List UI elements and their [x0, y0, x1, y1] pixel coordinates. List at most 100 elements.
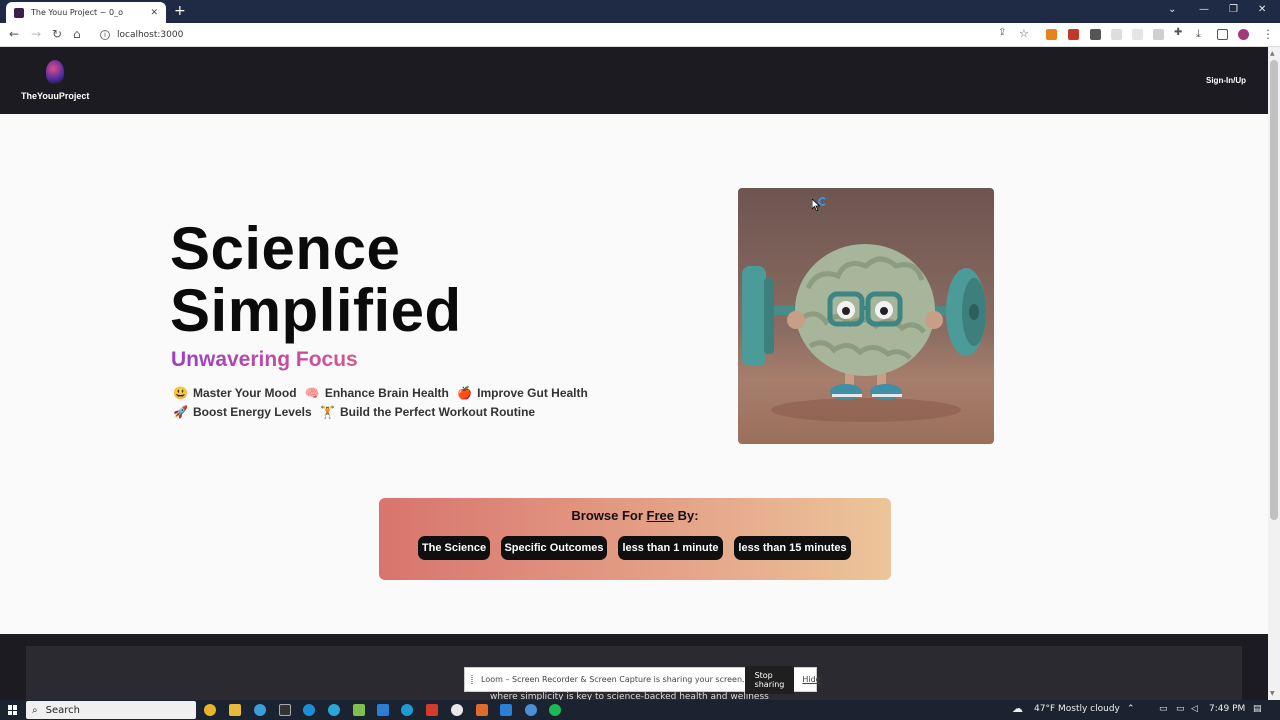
- features-row-1: 😃 Master Your Mood 🧠 Enhance Brain Health …: [173, 386, 593, 400]
- url-text: localhost:3000: [117, 30, 184, 40]
- chrome-taskbar-icon[interactable]: [204, 704, 216, 716]
- loom-message: Loom – Screen Recorder & Screen Capture …: [481, 675, 745, 684]
- display-icon[interactable]: ▭: [1176, 704, 1185, 714]
- signin-link[interactable]: Sign-In/Up: [1206, 76, 1246, 85]
- forward-arrow-icon[interactable]: →: [31, 27, 41, 41]
- site-favicon-icon: [14, 7, 24, 18]
- new-tab-button[interactable]: +: [174, 3, 186, 19]
- extension-light-icon[interactable]: [1132, 29, 1143, 40]
- reload-icon[interactable]: ↻: [52, 27, 62, 41]
- loading-spinner-icon: [818, 197, 827, 206]
- terminal-icon[interactable]: [279, 704, 291, 716]
- feature-label: Master Your Mood: [192, 386, 297, 400]
- back-arrow-icon[interactable]: ←: [9, 27, 19, 41]
- site-info-icon[interactable]: i: [100, 30, 110, 40]
- apple-icon: 🍎: [457, 386, 473, 400]
- browse-chip-1-minute[interactable]: less than 1 minute: [618, 536, 723, 560]
- browse-chip-outcomes[interactable]: Specific Outcomes: [501, 536, 607, 560]
- extensions-puzzle-icon[interactable]: ✚: [1174, 27, 1182, 38]
- close-window-button[interactable]: ✕: [1258, 4, 1266, 15]
- site-logo-text[interactable]: TheYouuProject: [21, 91, 89, 101]
- share-icon[interactable]: ⇪: [998, 27, 1006, 38]
- brain-logo-icon[interactable]: [46, 60, 64, 84]
- download-icon[interactable]: ⤓: [1196, 27, 1201, 41]
- chrome-active-icon[interactable]: [525, 704, 537, 716]
- minimize-button[interactable]: —: [1199, 4, 1209, 15]
- feature-item: 🏋 Build the Perfect Workout Routine: [320, 405, 535, 419]
- taskbar-search[interactable]: ⌕ Search: [26, 701, 196, 719]
- browser-tab[interactable]: The Youu Project ~ 0_o ✕: [6, 2, 166, 23]
- browse-chip-science[interactable]: The Science: [418, 536, 490, 560]
- weather-condition[interactable]: Mostly cloudy: [1058, 704, 1120, 714]
- feature-label: Build the Perfect Workout Routine: [339, 405, 536, 419]
- extension-red-icon[interactable]: [1068, 29, 1079, 40]
- app-white-icon[interactable]: [451, 704, 463, 716]
- smiley-icon: 😃: [173, 386, 188, 400]
- browse-title: Browse For Free By:: [379, 508, 891, 523]
- tray-chevron-icon[interactable]: ⌃: [1127, 704, 1135, 714]
- outlook-icon[interactable]: [500, 704, 512, 716]
- drag-handle-icon[interactable]: [471, 675, 473, 684]
- browse-chip-15-minutes[interactable]: less than 15 minutes: [734, 536, 851, 560]
- scroll-up-icon[interactable]: ▲: [1270, 50, 1275, 57]
- clock-time[interactable]: 7:49 PM: [1209, 704, 1245, 714]
- weather-cloud-icon: ☁: [1012, 702, 1023, 715]
- hide-link[interactable]: Hide: [802, 675, 820, 684]
- camera-extension-icon[interactable]: [1153, 29, 1164, 40]
- feature-item: 🚀 Boost Energy Levels: [173, 405, 312, 419]
- windows-start-icon[interactable]: [8, 705, 18, 715]
- metamask-extension-icon[interactable]: [1046, 29, 1057, 40]
- feature-item: 😃 Master Your Mood: [173, 386, 297, 400]
- skype-icon[interactable]: [303, 704, 315, 716]
- spotify-icon[interactable]: [549, 704, 561, 716]
- weightlifter-icon: 🏋: [320, 405, 335, 419]
- bookmark-star-icon[interactable]: ☆: [1019, 27, 1029, 40]
- home-icon[interactable]: ⌂: [73, 27, 81, 41]
- hero-title: Science Simplified: [170, 218, 462, 342]
- scroll-down-icon[interactable]: ▼: [1270, 690, 1275, 697]
- address-bar-row: ← → ↻ ⌂ i localhost:3000 ⇪ ☆ ✚ ⤓ ⋮: [0, 23, 1280, 47]
- app-orange-icon[interactable]: [476, 704, 488, 716]
- taskbar: ⌕ Search ☁ 47°F Mostly cloudy ⌃ ▭ ▭ ◁ 7:…: [0, 700, 1280, 720]
- sidebar-toggle-icon[interactable]: [1217, 29, 1228, 40]
- hero-title-line1: Science: [170, 215, 401, 282]
- rocket-icon: 🚀: [173, 405, 188, 419]
- brain-mascot-illustration: [742, 244, 986, 422]
- notifications-icon[interactable]: ▤: [1253, 704, 1262, 714]
- volume-icon[interactable]: ◁: [1191, 704, 1198, 714]
- restore-button[interactable]: ❐: [1229, 4, 1238, 15]
- brain-icon: 🧠: [304, 386, 320, 400]
- browse-panel: Browse For Free By: The Science Specific…: [379, 498, 891, 580]
- feature-label: Boost Energy Levels: [192, 405, 312, 419]
- vscode-icon[interactable]: [377, 704, 389, 716]
- extension-pen-icon[interactable]: [1090, 29, 1101, 40]
- network-icon[interactable]: ▭: [1159, 704, 1168, 714]
- app-diamond-icon[interactable]: [353, 704, 365, 716]
- feature-label: Enhance Brain Health: [324, 386, 449, 400]
- app-globe-icon[interactable]: [254, 704, 266, 716]
- extension-grey-icon[interactable]: [1111, 29, 1122, 40]
- hero-subtitle: Unwavering Focus: [171, 348, 358, 371]
- browse-title-prefix: Browse For: [571, 508, 647, 523]
- loom-sharing-bar: Loom – Screen Recorder & Screen Capture …: [464, 665, 821, 694]
- edge-icon[interactable]: [401, 704, 413, 716]
- browser-menu-icon[interactable]: ⋮: [1262, 27, 1274, 41]
- app-red-icon[interactable]: [426, 704, 438, 716]
- feature-item: 🍎 Improve Gut Health: [457, 386, 588, 400]
- scrollbar-thumb[interactable]: [1270, 60, 1278, 520]
- hero-title-line2: Simplified: [170, 277, 462, 344]
- url-field[interactable]: i localhost:3000: [96, 26, 986, 44]
- browse-title-suffix: By:: [674, 508, 699, 523]
- stop-sharing-button[interactable]: Stop sharing: [744, 665, 795, 694]
- features-row-2: 🚀 Boost Energy Levels 🏋 Build the Perfect …: [173, 405, 540, 419]
- feature-label: Improve Gut Health: [477, 386, 588, 400]
- profile-avatar[interactable]: [1238, 29, 1249, 40]
- brain-mascot-image: [738, 188, 994, 444]
- file-explorer-icon[interactable]: [229, 704, 241, 716]
- feature-item: 🧠 Enhance Brain Health: [305, 386, 449, 400]
- tab-close-icon[interactable]: ✕: [150, 8, 158, 18]
- taskbar-search-label: Search: [45, 704, 80, 716]
- tab-search-icon[interactable]: ⌄: [1168, 4, 1176, 15]
- weather-temperature[interactable]: 47°F: [1034, 704, 1055, 714]
- telegram-icon[interactable]: [328, 704, 340, 716]
